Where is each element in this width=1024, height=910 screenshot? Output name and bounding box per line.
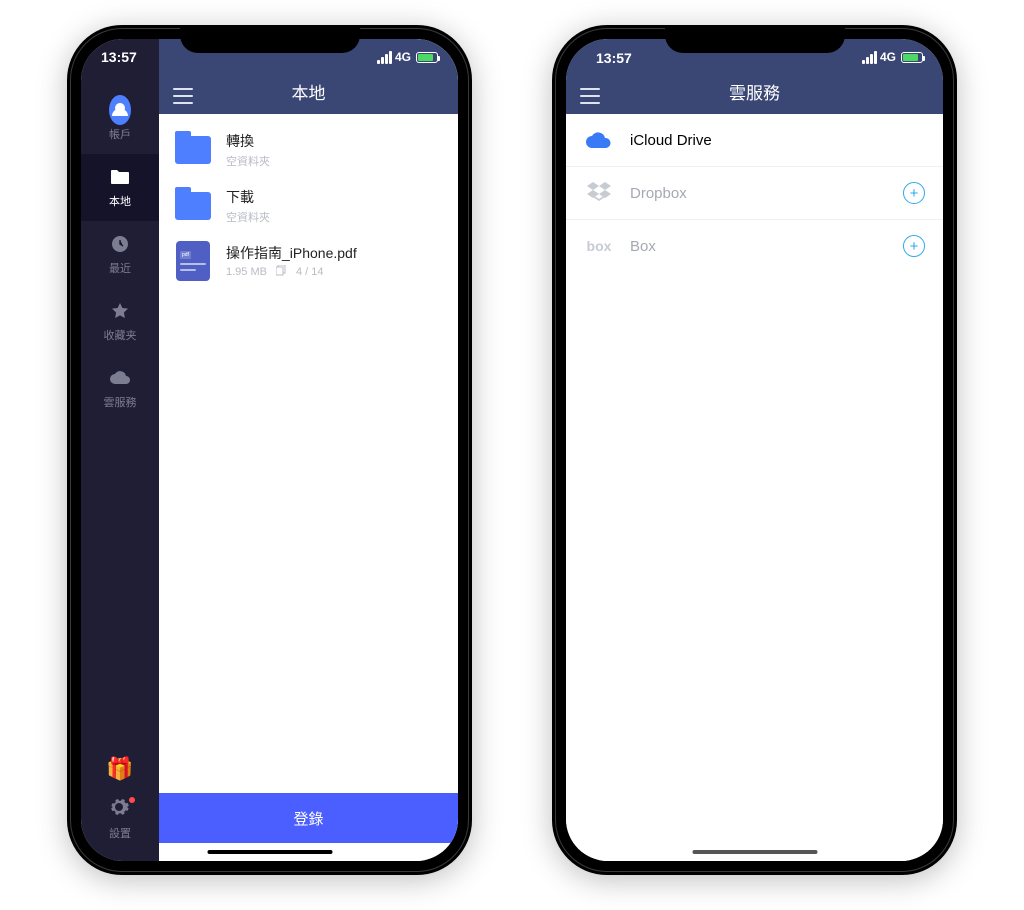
pdf-icon: pdf (174, 243, 212, 279)
battery-icon (416, 52, 438, 63)
list-item[interactable]: 下載 空資料夾 (159, 178, 458, 234)
gear-icon (109, 797, 129, 817)
settings-label: 設置 (109, 825, 131, 841)
sidebar-item-settings[interactable]: 設置 (109, 797, 131, 841)
status-time: 13:57 (101, 49, 137, 65)
sidebar-item-label: 雲服務 (104, 394, 137, 410)
cloud-icon (109, 367, 131, 389)
file-name: 下載 (226, 187, 443, 207)
user-icon (109, 99, 131, 121)
cloud-service-list: iCloud Drive Dropbox + box Box + (566, 114, 943, 861)
file-meta: 空資料夾 (226, 153, 443, 169)
sidebar-item-label: 帳戶 (109, 126, 131, 142)
status-indicators: 4G (862, 50, 923, 64)
file-name: 轉換 (226, 131, 443, 151)
login-button[interactable]: 登錄 (159, 793, 458, 843)
service-name: Box (630, 238, 887, 255)
gift-icon[interactable]: 🎁 (106, 756, 133, 782)
file-size: 1.95 MB (226, 266, 267, 278)
network-label: 4G (880, 50, 896, 64)
folder-icon (174, 132, 212, 168)
list-item[interactable]: iCloud Drive (566, 114, 943, 167)
add-button[interactable]: + (903, 182, 925, 204)
battery-icon (901, 52, 923, 63)
signal-icon (377, 51, 392, 64)
service-name: iCloud Drive (630, 132, 925, 149)
network-label: 4G (395, 50, 411, 64)
folder-icon (109, 166, 131, 188)
list-item[interactable]: box Box + (566, 220, 943, 272)
file-meta: 空資料夾 (226, 209, 443, 225)
add-button[interactable]: + (903, 235, 925, 257)
page-title: 雲服務 (580, 79, 929, 104)
dropbox-icon (584, 181, 614, 205)
file-list: 轉換 空資料夾 下載 空資料夾 pdf (159, 114, 458, 793)
list-item[interactable]: pdf 操作指南_iPhone.pdf 1.95 MB 4 / 14 (159, 234, 458, 288)
notification-dot (129, 797, 135, 803)
star-icon (109, 300, 131, 322)
phone-frame-right: 13:57 4G 雲服務 iCloud Drive (552, 25, 957, 875)
phone-frame-left: 4G 13:57 帳戶 本地 (67, 25, 472, 875)
sidebar-item-label: 最近 (109, 260, 131, 276)
sidebar-item-local[interactable]: 本地 (81, 154, 159, 221)
sidebar: 13:57 帳戶 本地 最近 (81, 39, 159, 861)
service-name: Dropbox (630, 185, 887, 202)
sidebar-item-favorites[interactable]: 收藏夹 (81, 288, 159, 355)
signal-icon (862, 51, 877, 64)
icloud-icon (584, 128, 614, 152)
notch (665, 25, 845, 53)
clock-icon (109, 233, 131, 255)
sidebar-item-cloud[interactable]: 雲服務 (81, 355, 159, 422)
sidebar-item-account[interactable]: 帳戶 (81, 87, 159, 154)
sidebar-item-label: 收藏夹 (104, 327, 137, 343)
box-icon: box (584, 234, 614, 258)
sidebar-item-label: 本地 (109, 193, 131, 209)
sidebar-item-recent[interactable]: 最近 (81, 221, 159, 288)
list-item[interactable]: Dropbox + (566, 167, 943, 220)
notch (180, 25, 360, 53)
login-label: 登錄 (293, 808, 323, 829)
list-item[interactable]: 轉換 空資料夾 (159, 122, 458, 178)
home-indicator[interactable] (692, 850, 817, 854)
page-title: 本地 (173, 79, 444, 104)
file-name: 操作指南_iPhone.pdf (226, 243, 443, 263)
status-time: 13:57 (596, 50, 632, 66)
status-indicators: 4G (377, 50, 438, 64)
folder-icon (174, 188, 212, 224)
copy-icon (276, 265, 287, 279)
home-indicator[interactable] (207, 850, 332, 854)
file-pages: 4 / 14 (296, 266, 324, 278)
